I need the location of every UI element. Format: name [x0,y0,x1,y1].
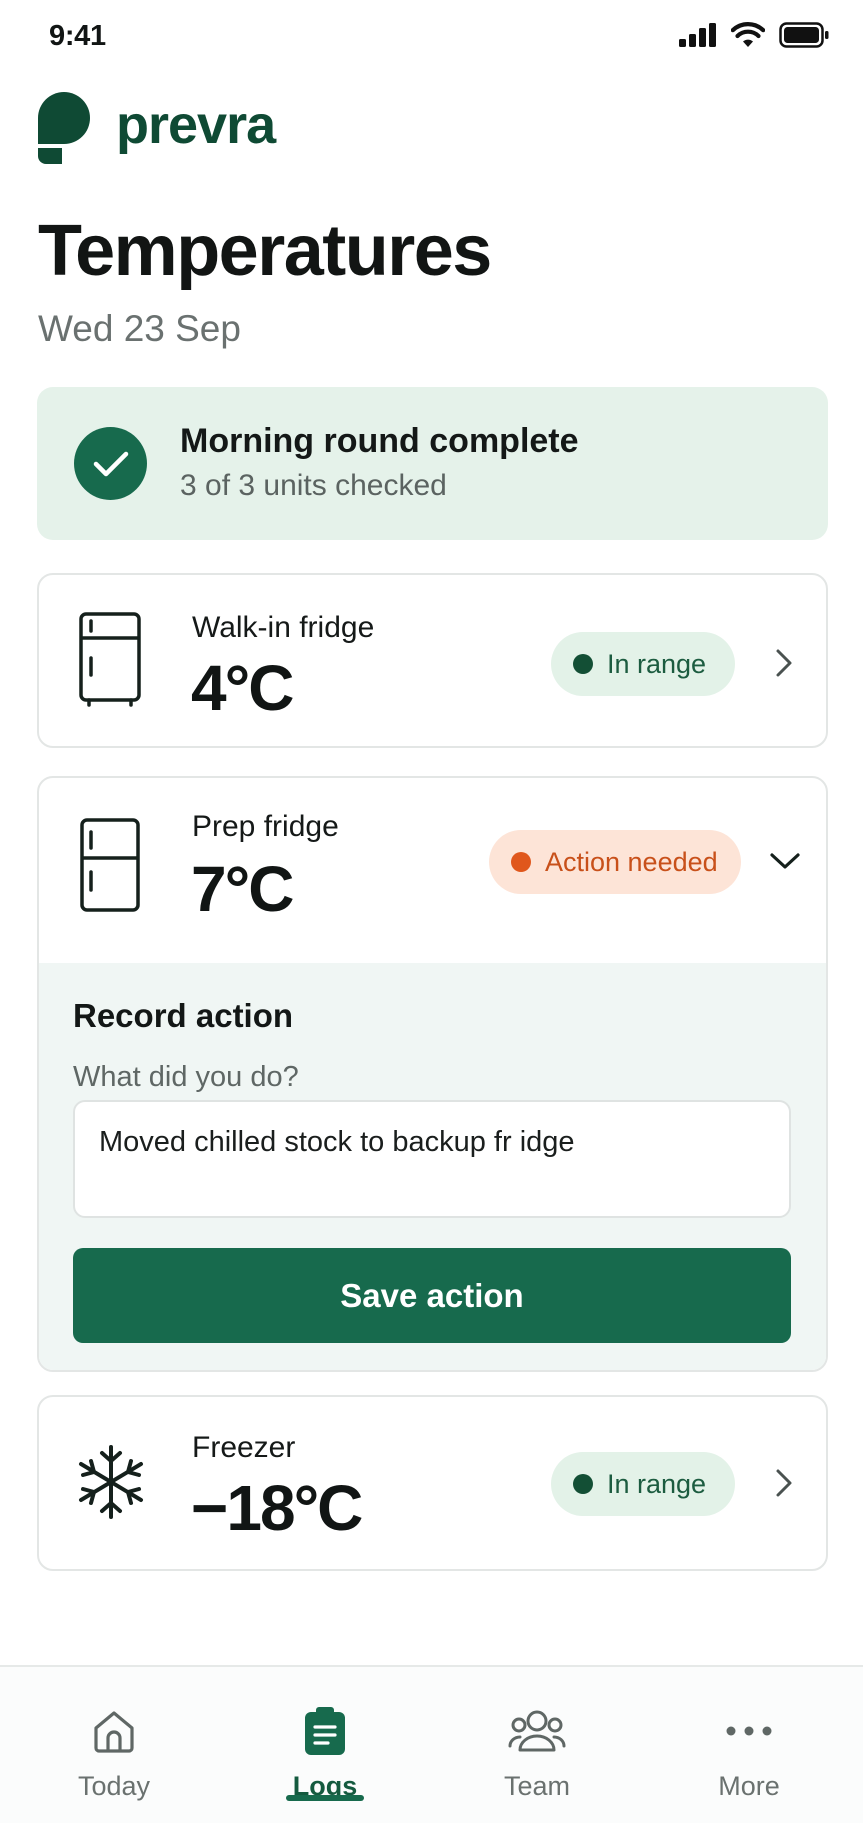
people-icon [508,1705,566,1757]
status-badge-label: In range [607,1468,707,1499]
home-icon [91,1705,137,1757]
nav-label: More [718,1771,780,1801]
signal-icon [679,23,716,47]
nav-item-team[interactable]: Team [447,1667,627,1823]
nav-item-logs[interactable]: Logs [235,1667,415,1823]
unit-temperature: 7°C [191,853,294,925]
prevra-logo-icon [38,92,90,164]
chevron-right-icon[interactable] [774,1468,794,1498]
unit-temperature: 4°C [191,652,294,724]
unit-name: Walk-in fridge [192,611,375,644]
status-badge-label: In range [607,648,707,679]
nav-label: Team [503,1771,571,1801]
status-icons [679,22,829,48]
wifi-icon [731,22,765,47]
status-time: 9:41 [49,20,106,52]
record-action-title: Record action [73,997,294,1034]
active-tab-indicator [286,1795,364,1801]
unit-card-walk-in-fridge[interactable]: Walk-in fridge 4°C In range [37,573,828,748]
status-badge: In range [551,632,735,696]
more-dots-icon [725,1705,773,1757]
summary-subtitle: 3 of 3 units checked [180,469,447,502]
snowflake-icon [79,1445,143,1519]
status-dot [511,852,531,872]
status-badge-label: Action needed [545,846,718,877]
status-dot [573,654,593,674]
round-summary-banner: Morning round complete 3 of 3 units chec… [37,387,828,540]
action-input[interactable]: Moved chilled stock to backup fr idge [73,1100,791,1218]
chevron-down-icon[interactable] [769,851,801,871]
status-badge: In range [551,1452,735,1516]
status-badge: Action needed [489,830,741,894]
battery-icon [779,22,829,48]
unit-name: Freezer [192,1431,296,1464]
check-circle-icon [74,427,147,500]
status-bar: 9:41 [0,0,863,76]
status-dot [573,1474,593,1494]
nav-item-today[interactable]: Today [24,1667,204,1823]
nav-label: Today [77,1771,151,1801]
page-date: Wed 23 Sep [38,308,241,349]
nav-item-more[interactable]: More [659,1667,839,1823]
unit-temperature: −18°C [191,1472,363,1544]
clipboard-icon [304,1705,346,1757]
brand-name: prevra [116,95,276,155]
record-action-panel: Record action What did you do? Moved chi… [39,963,826,1370]
unit-name: Prep fridge [192,810,339,843]
unit-card-freezer[interactable]: Freezer −18°C In range [37,1395,828,1571]
brand: prevra [38,92,276,164]
bottom-nav: Today Logs Team More [0,1665,863,1823]
save-action-button[interactable]: Save action [73,1248,791,1343]
chevron-right-icon[interactable] [774,648,794,678]
fridge-icon [79,612,141,707]
unit-card-prep-fridge[interactable]: Prep fridge 7°C Action needed Record act… [37,776,828,1372]
fridge-icon [80,818,140,912]
summary-title: Morning round complete [180,422,579,460]
page-title: Temperatures [38,211,492,291]
action-field-label: What did you do? [73,1061,299,1093]
